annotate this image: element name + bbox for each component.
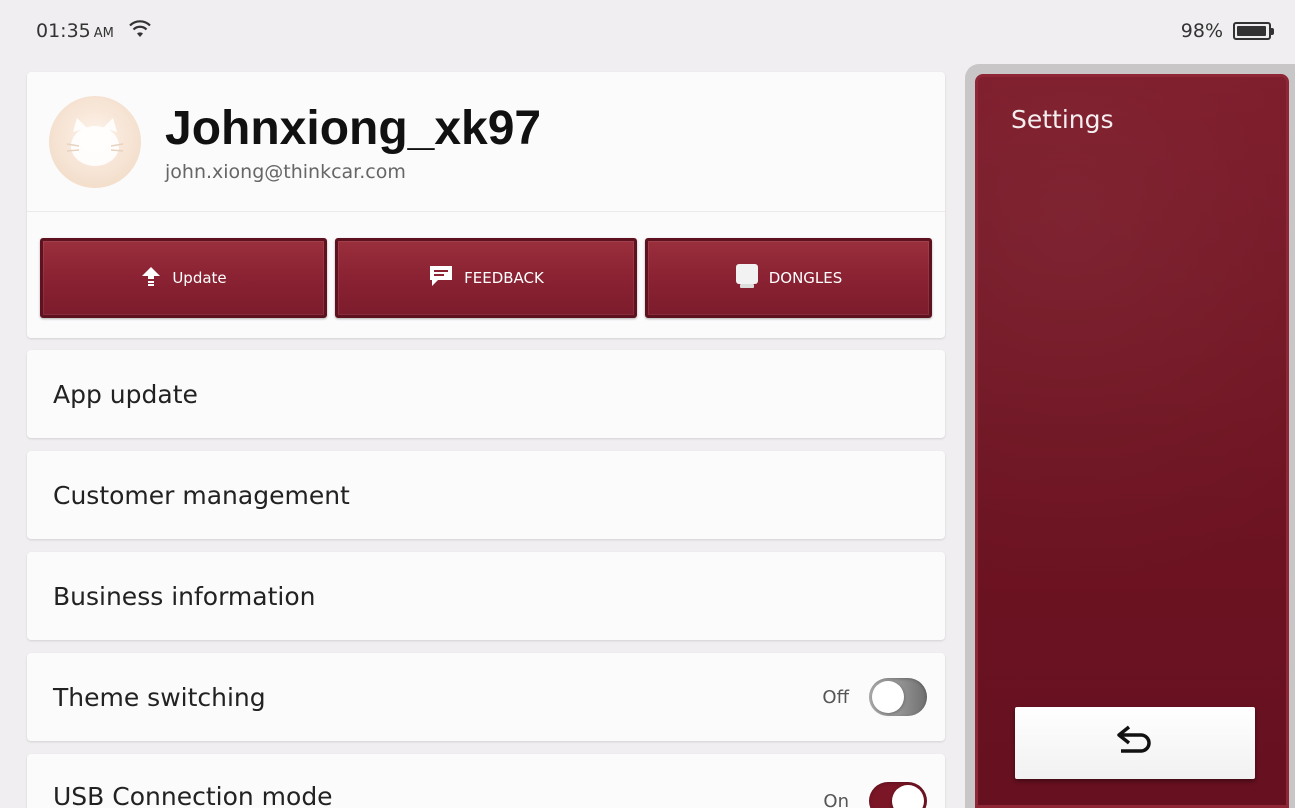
feedback-button[interactable]: FEEDBACK (335, 238, 637, 318)
dongle-icon (735, 263, 759, 293)
usb-toggle[interactable] (869, 782, 927, 808)
settings-panel: Settings (975, 74, 1289, 808)
back-arrow-icon (1113, 723, 1157, 763)
menu-item-label: Customer management (53, 480, 350, 510)
profile-card: Johnxiong_xk97 john.xiong@thinkcar.com U… (27, 72, 945, 338)
usb-toggle-state: On (823, 790, 849, 808)
battery-icon (1233, 22, 1274, 40)
action-buttons: Update FEEDBACK DONGLES (27, 212, 945, 318)
upload-arrow-icon (140, 265, 162, 291)
status-left: 01:35 AM (36, 19, 152, 44)
theme-toggle-group: Off (822, 678, 927, 716)
message-icon (428, 264, 454, 292)
update-button[interactable]: Update (40, 238, 327, 318)
menu-item-label: Theme switching (53, 682, 266, 712)
status-bar: 01:35 AM 98% (0, 0, 1295, 62)
username: Johnxiong_xk97 (165, 101, 542, 155)
clock-time: 01:35 (36, 20, 91, 42)
menu-item-customer-management[interactable]: Customer management (27, 451, 945, 539)
profile-text: Johnxiong_xk97 john.xiong@thinkcar.com (165, 101, 541, 183)
feedback-label: FEEDBACK (464, 269, 544, 287)
clock: 01:35 AM (36, 20, 114, 42)
cat-avatar-icon (66, 117, 124, 166)
menu-item-label: Business information (53, 581, 316, 611)
menu-item-label: USB Connection mode (53, 782, 333, 808)
battery-fill (1237, 26, 1267, 36)
settings-sidebar: Settings (965, 64, 1295, 808)
sidebar-title: Settings (1011, 105, 1114, 134)
menu-item-app-update[interactable]: App update (27, 350, 945, 438)
menu-item-usb-connection-mode[interactable]: USB Connection mode On (27, 754, 945, 808)
email: john.xiong@thinkcar.com (165, 160, 406, 183)
menu-item-theme-switching[interactable]: Theme switching Off (27, 653, 945, 741)
clock-ampm: AM (93, 26, 114, 41)
dongles-button[interactable]: DONGLES (645, 238, 932, 318)
menu-item-business-information[interactable]: Business information (27, 552, 945, 640)
update-label: Update (172, 269, 227, 287)
avatar[interactable] (49, 95, 141, 188)
wifi-icon (128, 19, 152, 44)
toggle-knob (892, 785, 924, 808)
theme-toggle-state: Off (822, 686, 849, 708)
toggle-knob (872, 681, 904, 713)
menu-item-label: App update (53, 379, 198, 409)
battery-percent: 98% (1180, 20, 1223, 42)
theme-toggle[interactable] (869, 678, 927, 716)
status-right: 98% (1180, 20, 1274, 42)
back-button[interactable] (1015, 707, 1255, 779)
dongles-label: DONGLES (768, 269, 843, 287)
usb-toggle-group: On (823, 782, 927, 808)
profile-header[interactable]: Johnxiong_xk97 john.xiong@thinkcar.com (27, 72, 945, 212)
